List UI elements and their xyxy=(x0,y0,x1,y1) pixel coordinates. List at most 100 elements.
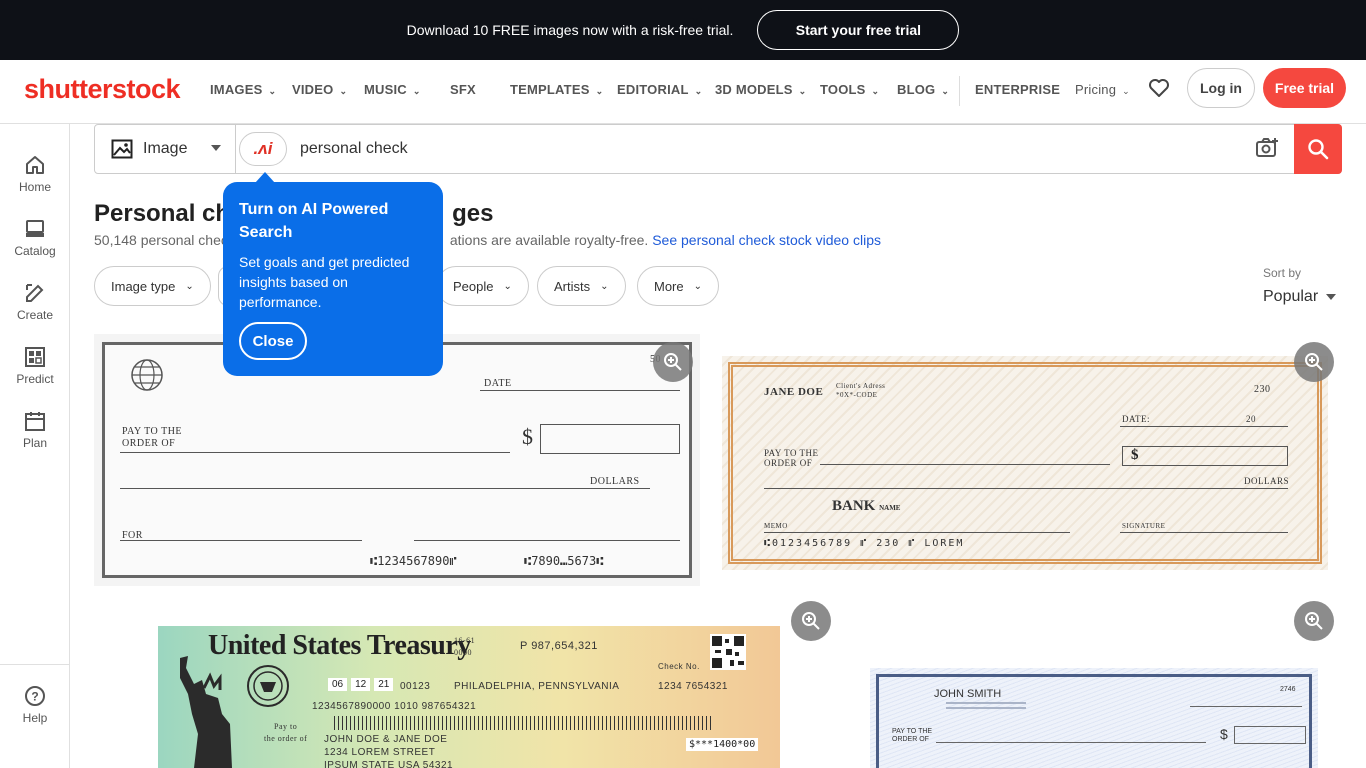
nav-blog[interactable]: BLOG ⌄ xyxy=(897,82,949,97)
check-number: 2746 xyxy=(1280,686,1296,693)
nav-video[interactable]: VIDEO ⌄ xyxy=(292,82,347,97)
free-trial-button[interactable]: Free trial xyxy=(1263,68,1346,108)
pay-to-label: PAY TO THE xyxy=(764,448,819,458)
treasury-seal-icon xyxy=(247,665,289,707)
signature-line xyxy=(1120,532,1288,533)
order-of-label: ORDER OF xyxy=(122,438,176,449)
sidebar-item-home[interactable]: Home xyxy=(0,154,70,194)
sidebar-item-catalog[interactable]: Catalog xyxy=(0,218,70,258)
date-line xyxy=(1120,426,1288,427)
catalog-icon xyxy=(26,220,44,237)
ai-search-tooltip: Turn on AI Powered Search Set goals and … xyxy=(223,172,443,376)
zoom-button[interactable] xyxy=(653,342,693,382)
pay-to-label: Pay to xyxy=(274,722,298,731)
check-number: 1234 7654321 xyxy=(658,681,728,692)
chevron-down-icon: ⌄ xyxy=(693,280,703,292)
chevron-down-icon: ⌄ xyxy=(1122,86,1130,96)
nav-tools[interactable]: TOOLS ⌄ xyxy=(820,82,879,97)
results-subtitle: 50,148 personal chec ations are available… xyxy=(94,232,881,248)
dollars-label: DOLLARS xyxy=(590,476,640,487)
check-date-label: DATE xyxy=(484,378,512,389)
login-button[interactable]: Log in xyxy=(1187,68,1255,108)
nav-divider xyxy=(959,76,960,106)
caret-down-icon xyxy=(1326,293,1337,300)
signature-label: SIGNATURE xyxy=(1122,522,1166,530)
filter-image-type[interactable]: Image type ⌄ xyxy=(94,266,211,306)
sidebar-item-create[interactable]: Create xyxy=(0,282,70,322)
result-image-2[interactable]: JANE DOE Client's Adress *0X*-CODE 230 D… xyxy=(722,356,1328,570)
nav-pricing[interactable]: Pricing ⌄ xyxy=(1075,82,1130,97)
result-image-3[interactable]: United States Treasury 16-61 0000 P 987,… xyxy=(158,626,780,768)
nav-editorial[interactable]: EDITORIAL ⌄ xyxy=(617,82,702,97)
tooltip-close-button[interactable]: Close xyxy=(239,322,307,360)
nav-enterprise[interactable]: ENTERPRISE xyxy=(975,82,1060,97)
check-city: PHILADELPHIA, PENNSYLVANIA xyxy=(454,681,620,692)
predict-icon xyxy=(25,347,45,367)
sidebar-item-predict[interactable]: Predict xyxy=(0,346,70,386)
dollars-label: DOLLARS xyxy=(1244,476,1290,486)
search-input[interactable] xyxy=(300,136,1200,162)
check-serial: 00123 xyxy=(400,681,431,692)
sidebar-item-label: Catalog xyxy=(14,244,56,258)
result-image-4[interactable]: JOHN SMITH 2746 PAY TO THE ORDER OF $ xyxy=(870,668,1318,768)
image-icon xyxy=(111,139,133,159)
check-code: 16-61 xyxy=(454,636,476,645)
globe-icon xyxy=(131,359,163,391)
payee-line xyxy=(120,452,510,453)
payee-address: 1234 LOREM STREET xyxy=(324,747,436,758)
nav-templates[interactable]: TEMPLATES ⌄ xyxy=(510,82,603,97)
filter-more[interactable]: More ⌄ xyxy=(637,266,720,306)
chevron-down-icon: ⌄ xyxy=(503,280,512,292)
chevron-down-icon: ⌄ xyxy=(185,280,194,292)
chevron-down-icon: ⌄ xyxy=(600,280,609,292)
account-holder: JANE DOE xyxy=(764,386,824,398)
check-date-value: 20 xyxy=(1246,414,1256,424)
start-free-trial-button[interactable]: Start your free trial xyxy=(757,10,960,50)
sidebar-item-label: Predict xyxy=(16,372,54,386)
order-of-label: the order of xyxy=(264,734,308,743)
zoom-button[interactable] xyxy=(1294,601,1334,641)
nav-music[interactable]: MUSIC ⌄ xyxy=(364,82,421,97)
zoom-in-icon xyxy=(1305,353,1323,371)
sort-dropdown[interactable]: Popular xyxy=(1263,288,1337,306)
zoom-in-icon xyxy=(664,353,682,371)
routing-number: 1234567890000 1010 987654321 xyxy=(312,701,477,712)
micr-line: ⑆1234567890⑈ xyxy=(370,554,457,568)
chevron-down-icon: ⌄ xyxy=(798,86,807,96)
chevron-down-icon: ⌄ xyxy=(268,86,277,96)
heart-icon[interactable] xyxy=(1147,76,1171,100)
zoom-in-icon xyxy=(1305,612,1323,630)
pay-to-label: PAY TO THE xyxy=(892,728,933,735)
filter-people[interactable]: People ⌄ xyxy=(436,266,529,306)
zoom-button[interactable] xyxy=(1294,342,1334,382)
nav-3d-models[interactable]: 3D MODELS ⌄ xyxy=(715,82,806,97)
sidebar-item-help[interactable]: ? Help xyxy=(0,664,70,725)
shutterstock-logo[interactable]: shutterstock xyxy=(24,74,181,105)
nav-images[interactable]: IMAGES ⌄ xyxy=(210,82,276,97)
payee-address: IPSUM STATE USA 54321 xyxy=(324,760,454,768)
search-button[interactable] xyxy=(1294,124,1342,174)
video-clips-link[interactable]: See personal check stock video clips xyxy=(652,232,881,248)
chevron-down-icon: ⌄ xyxy=(339,86,348,96)
amount-line xyxy=(764,488,1288,489)
ai-search-toggle[interactable]: .ʌi xyxy=(239,132,287,166)
nav-sfx[interactable]: SFX xyxy=(450,82,476,97)
address-line xyxy=(946,707,1026,709)
sidebar-item-plan[interactable]: Plan xyxy=(0,410,70,450)
search-type-dropdown[interactable]: Image xyxy=(95,125,236,173)
address-line xyxy=(946,702,1026,704)
chevron-down-icon: ⌄ xyxy=(871,86,880,96)
camera-search-icon[interactable] xyxy=(1255,137,1279,159)
date-line xyxy=(480,390,680,391)
filter-artists[interactable]: Artists ⌄ xyxy=(537,266,626,306)
signature-line xyxy=(414,540,680,541)
zoom-button[interactable] xyxy=(791,601,831,641)
amount-box: $ xyxy=(1122,446,1288,466)
tooltip-heading: Turn on AI Powered Search xyxy=(239,201,389,241)
memo-line xyxy=(764,532,1070,533)
check-date: 06 12 21 xyxy=(328,678,394,691)
create-icon xyxy=(26,284,44,302)
treasury-title: United States Treasury xyxy=(208,630,471,661)
amount-line xyxy=(120,488,650,489)
tooltip-body: Set goals and get predicted insights bas… xyxy=(239,254,410,310)
